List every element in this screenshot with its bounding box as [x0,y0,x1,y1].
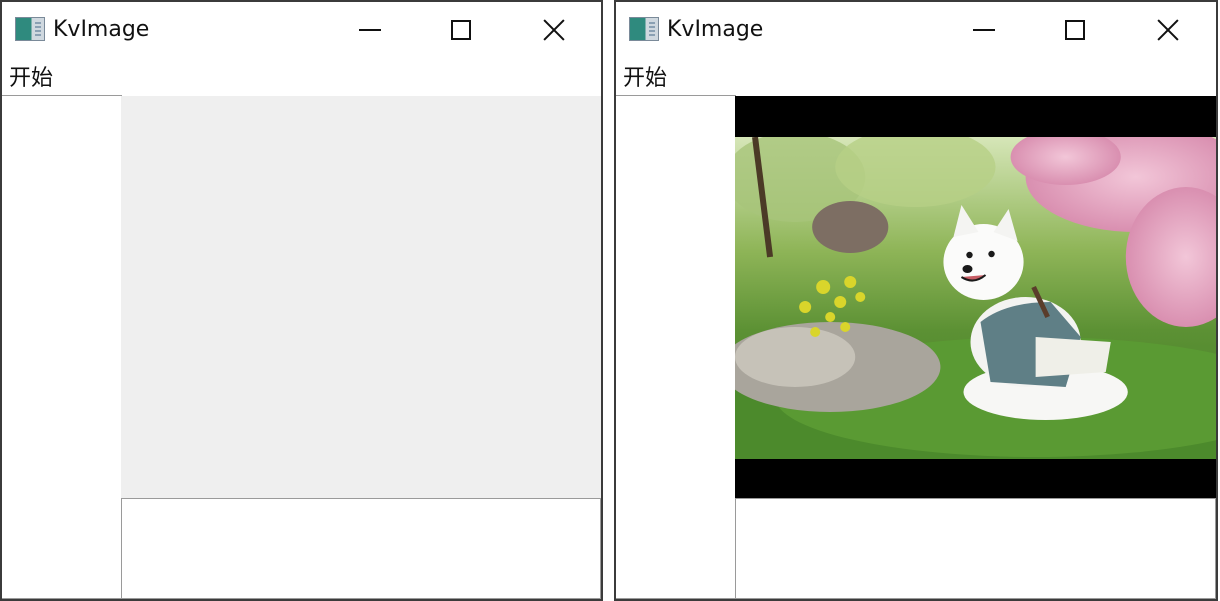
app-icon[interactable] [629,17,659,41]
menu-item-start[interactable]: 开始 [623,64,667,94]
image-viewport[interactable] [121,96,601,499]
menu-item-start[interactable]: 开始 [9,64,53,94]
minimize-button[interactable] [348,10,392,50]
app-window-loaded: KvImage 开始 [614,0,1218,601]
side-panel[interactable] [2,95,122,599]
displayed-photo [735,137,1216,459]
dog-photo-illustration [735,137,1216,459]
title-bar[interactable]: KvImage [616,2,1216,60]
bottom-panel[interactable] [121,498,601,599]
maximize-icon [1065,20,1085,40]
menu-bar: 开始 [2,60,601,96]
minimize-icon [973,29,995,31]
close-icon [1156,18,1180,42]
close-button[interactable] [1146,10,1190,50]
maximize-icon [451,20,471,40]
window-title: KvImage [53,17,150,42]
close-button[interactable] [532,10,576,50]
menu-bar: 开始 [616,60,1216,96]
minimize-icon [359,29,381,31]
side-panel[interactable] [616,95,736,599]
image-viewport[interactable] [735,96,1216,499]
app-window-empty: KvImage 开始 [0,0,603,601]
maximize-button[interactable] [1053,10,1097,50]
close-icon [542,18,566,42]
bottom-panel[interactable] [735,498,1216,599]
maximize-button[interactable] [439,10,483,50]
title-bar[interactable]: KvImage [2,2,601,60]
minimize-button[interactable] [962,10,1006,50]
window-title: KvImage [667,17,764,42]
app-icon[interactable] [15,17,45,41]
